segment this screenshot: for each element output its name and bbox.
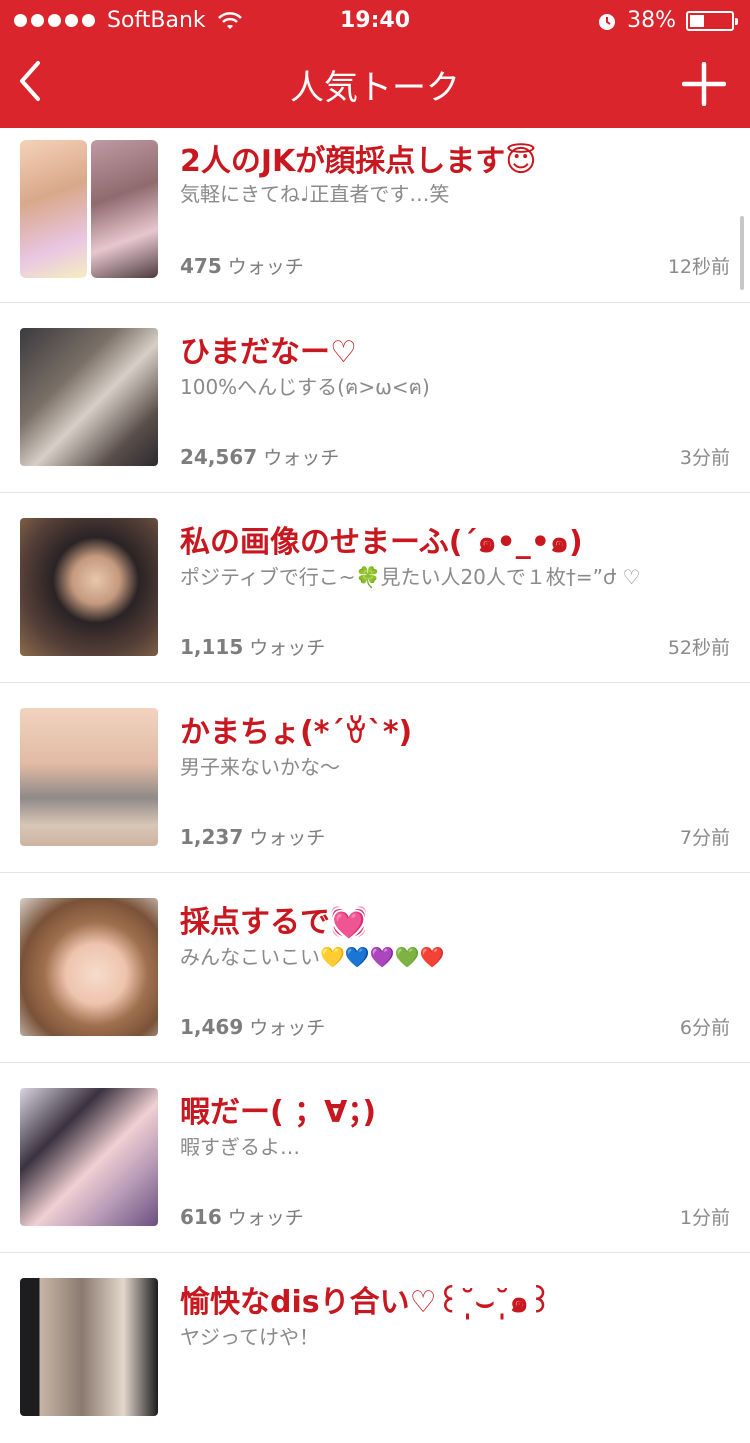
talk-time: 1分前 bbox=[679, 1207, 730, 1229]
talk-title: 2人のJKが顔採点します😇 bbox=[180, 144, 537, 179]
watch-label: ウォッチ bbox=[227, 256, 304, 278]
talk-time: 12秒前 bbox=[667, 256, 730, 278]
talk-subtitle: 気軽にきてね♩正直者です…笑 bbox=[180, 182, 450, 206]
watch-count: 24,567 ウォッチ bbox=[180, 443, 339, 470]
watch-count: 1,469 ウォッチ bbox=[180, 1013, 325, 1040]
watch-label: ウォッチ bbox=[249, 1017, 326, 1039]
watch-number: 1,237 bbox=[180, 825, 244, 849]
talk-title: 暇だー( ；∀；) bbox=[180, 1095, 377, 1130]
talk-title: 採点するで💓 bbox=[180, 905, 368, 940]
add-button[interactable] bbox=[682, 62, 726, 106]
talk-item[interactable]: かまちょ(*´ꈊ`*) 男子来ないかな〜 1,237 ウォッチ 7分前 bbox=[0, 683, 750, 873]
watch-number: 1,469 bbox=[180, 1015, 244, 1039]
thumbnail-image bbox=[20, 518, 158, 656]
talk-subtitle: 男子来ないかな〜 bbox=[180, 755, 340, 779]
talk-subtitle: ヤジってけや！ bbox=[180, 1325, 319, 1349]
battery-percent: 38% bbox=[627, 8, 676, 33]
talk-time: 6分前 bbox=[679, 1017, 730, 1039]
watch-number: 475 bbox=[180, 254, 222, 278]
thumbnail-image bbox=[20, 1278, 158, 1416]
talk-title: 愉快なdisり合い♡꒰˘̩̩̩⌣˘̩̩̩๑꒱ bbox=[180, 1285, 553, 1320]
thumbnail-image bbox=[20, 328, 158, 466]
watch-label: ウォッチ bbox=[263, 447, 340, 469]
thumbnail-image bbox=[20, 140, 158, 278]
talk-subtitle: 100%へんじする(ฅ>ω<ฅ) bbox=[180, 375, 430, 399]
talk-title: かまちょ(*´ꈊ`*) bbox=[180, 715, 413, 750]
watch-number: 616 bbox=[180, 1205, 222, 1229]
talk-item[interactable]: 採点するで💓 みんなこいこい💛💙💜💚❤️ 1,469 ウォッチ 6分前 bbox=[0, 873, 750, 1063]
talk-item[interactable]: 暇だー( ；∀；) 暇すぎるよ… 616 ウォッチ 1分前 bbox=[0, 1063, 750, 1253]
talk-item[interactable]: ひまだなー♡ 100%へんじする(ฅ>ω<ฅ) 24,567 ウォッチ 3分前 bbox=[0, 303, 750, 493]
watch-count: 1,237 ウォッチ bbox=[180, 823, 325, 850]
watch-label: ウォッチ bbox=[249, 827, 326, 849]
talk-subtitle: ポジティブで行こ~🍀見たい人20人で１枚†=”ժ ♡ bbox=[180, 565, 641, 589]
talk-item[interactable]: 私の画像のせまーふ(´๑•_•๑) ポジティブで行こ~🍀見たい人20人で１枚†=… bbox=[0, 493, 750, 683]
watch-label: ウォッチ bbox=[249, 637, 326, 659]
app-header: SoftBank 19:40 38% 人気トーク bbox=[0, 0, 750, 128]
talk-item[interactable]: 2人のJKが顔採点します😇 気軽にきてね♩正直者です…笑 475 ウォッチ 12秒… bbox=[0, 128, 750, 303]
talk-item[interactable]: 愉快なdisり合い♡꒰˘̩̩̩⌣˘̩̩̩๑꒱ ヤジってけや！ bbox=[0, 1253, 750, 1443]
alarm-icon bbox=[599, 13, 616, 30]
thumbnail-image bbox=[20, 898, 158, 1036]
battery-icon bbox=[686, 10, 738, 31]
watch-number: 1,115 bbox=[180, 635, 244, 659]
page-title: 人気トーク bbox=[290, 68, 460, 108]
watch-count: 616 ウォッチ bbox=[180, 1203, 304, 1230]
watch-count: 1,115 ウォッチ bbox=[180, 633, 325, 660]
thumbnail-image bbox=[20, 708, 158, 846]
status-bar: SoftBank 19:40 38% bbox=[0, 0, 750, 40]
talk-title: 私の画像のせまーふ(´๑•_•๑) bbox=[180, 525, 583, 560]
watch-count: 475 ウォッチ bbox=[180, 252, 304, 279]
watch-label: ウォッチ bbox=[227, 1207, 304, 1229]
talk-list[interactable]: 2人のJKが顔採点します😇 気軽にきてね♩正直者です…笑 475 ウォッチ 12秒… bbox=[0, 128, 750, 1443]
talk-time: 52秒前 bbox=[667, 637, 730, 659]
scrollbar[interactable] bbox=[740, 216, 744, 290]
talk-title: ひまだなー♡ bbox=[180, 335, 357, 370]
talk-subtitle: 暇すぎるよ… bbox=[180, 1135, 300, 1159]
watch-number: 24,567 bbox=[180, 445, 258, 469]
thumbnail-image bbox=[20, 1088, 158, 1226]
talk-time: 3分前 bbox=[679, 447, 730, 469]
nav-bar: 人気トーク bbox=[0, 40, 750, 128]
talk-subtitle: みんなこいこい💛💙💜💚❤️ bbox=[180, 945, 445, 969]
talk-time: 7分前 bbox=[679, 827, 730, 849]
